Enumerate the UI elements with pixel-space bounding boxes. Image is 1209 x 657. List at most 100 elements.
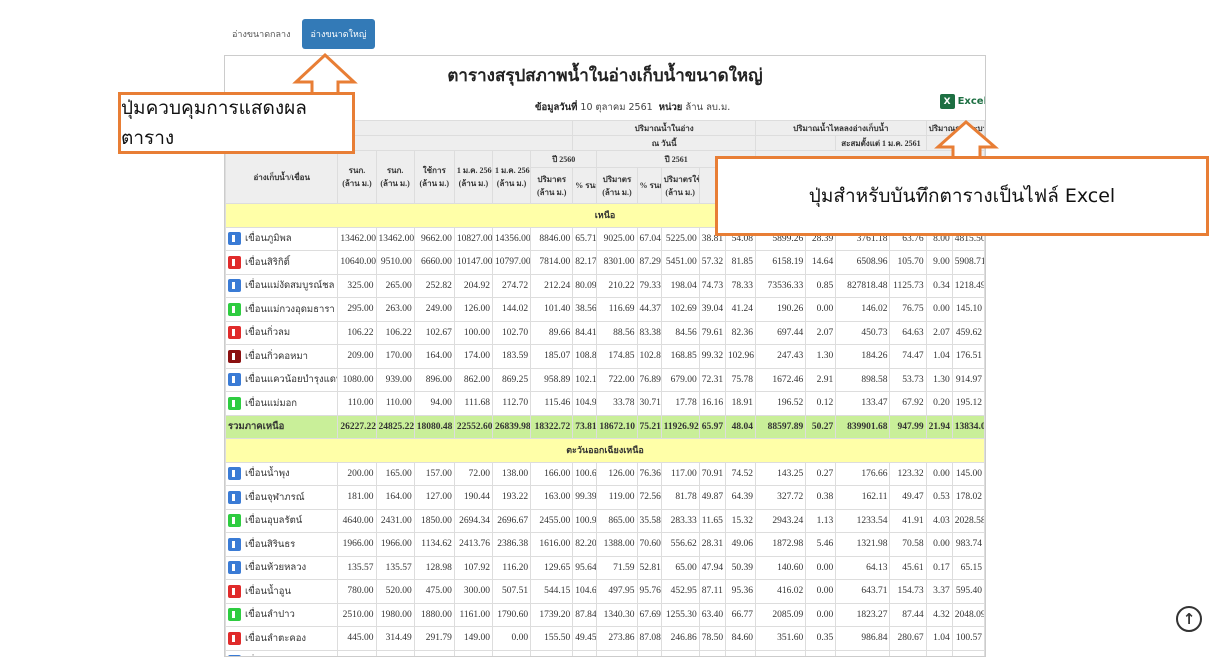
table-cell: 13462.00 xyxy=(337,226,377,251)
table-cell: 914.97 xyxy=(951,367,985,392)
dam-status-icon[interactable] xyxy=(228,302,241,316)
table-cell: 10827.00 xyxy=(453,226,493,251)
total-cell: 48.04 xyxy=(724,414,757,439)
dam-status-icon[interactable] xyxy=(228,490,241,504)
table-cell: 74.73 xyxy=(698,273,726,298)
dam-name[interactable]: เขื่อนห้วยหลวง xyxy=(245,560,306,575)
table-cell: 1.04 xyxy=(925,626,953,651)
table-cell: 193.22 xyxy=(491,485,532,510)
dam-status-icon[interactable] xyxy=(228,326,241,340)
table-cell: 127.00 xyxy=(413,485,455,510)
table-cell: 52.81 xyxy=(636,555,662,580)
table-cell: 65.71 xyxy=(572,226,598,251)
table-cell: 95.76 xyxy=(636,579,662,604)
table-cell: 246.86 xyxy=(660,626,700,651)
dam-name[interactable]: เขื่อนสิริกิติ์ xyxy=(245,255,290,270)
total-cell: 18322.72 xyxy=(530,414,574,439)
table-cell: 862.00 xyxy=(453,367,493,392)
table-cell: 149.65 xyxy=(951,649,985,656)
dam-name[interactable]: เขื่อนแม่งัดสมบูรณ์ชล xyxy=(245,278,334,293)
dam-name[interactable]: เขื่อนน้ำพุง xyxy=(245,466,290,481)
dam-name[interactable]: เขื่อนสิรินธร xyxy=(245,537,295,552)
dam-name[interactable]: เขื่อนแม่มอก xyxy=(245,396,297,411)
table-cell: 143.25 xyxy=(755,461,807,486)
table-cell: 80.68 xyxy=(572,649,598,656)
table-cell: 273.86 xyxy=(596,626,638,651)
dam-name[interactable]: เขื่อนลำปาว xyxy=(245,607,295,622)
dam-name[interactable]: เขื่อนกิ่วคอหมา xyxy=(245,349,308,364)
table-cell: 544.15 xyxy=(530,579,574,604)
table-cell: 1790.60 xyxy=(491,602,532,627)
header-today: ณ วันนี้ xyxy=(572,135,757,151)
table-cell: 4640.00 xyxy=(337,508,377,533)
table-cell: 780.00 xyxy=(337,579,377,604)
region-total-row: รวมภาคเหนือ 26227.22 24825.22 18080.48 22552… xyxy=(225,414,985,439)
dam-status-icon[interactable] xyxy=(228,255,241,269)
total-cell: 21.94 xyxy=(925,414,953,439)
table-cell: 1823.27 xyxy=(835,602,891,627)
dam-name[interactable]: เขื่อนภูมิพล xyxy=(245,231,292,246)
table-cell: 1.30 xyxy=(925,367,953,392)
dam-status-icon[interactable] xyxy=(228,631,241,645)
dam-name[interactable]: เขื่อนแม่กวงอุดมธารา xyxy=(245,302,335,317)
table-cell: 77.60 xyxy=(889,649,927,656)
table-cell: 84.56 xyxy=(660,320,700,345)
dam-status-icon[interactable] xyxy=(228,467,241,481)
dam-status-icon[interactable] xyxy=(228,232,241,246)
table-row: เขื่อนแควน้อยบำรุงแดน 1080.00 939.00 896.00… xyxy=(225,367,985,392)
dam-status-icon[interactable] xyxy=(228,584,241,598)
dam-status-icon[interactable] xyxy=(228,396,241,410)
table-cell: 15.32 xyxy=(724,508,757,533)
table-row: เขื่อนน้ำพุง 200.00 165.00 157.00 72.00 138.0… xyxy=(225,461,985,486)
dam-status-icon[interactable] xyxy=(228,279,241,293)
dam-name[interactable]: เขื่อนแควน้อยบำรุงแดน xyxy=(245,372,337,387)
table-cell: 242.00 xyxy=(337,649,377,656)
dam-status-icon[interactable] xyxy=(228,537,241,551)
table-cell: 2455.00 xyxy=(530,508,574,533)
table-cell: 2694.34 xyxy=(453,508,493,533)
dam-status-icon[interactable] xyxy=(228,349,241,363)
dam-name[interactable]: เขื่อนอุบลรัตน์ xyxy=(245,513,302,528)
table-cell: 70.91 xyxy=(698,461,726,486)
table-cell: 45.61 xyxy=(889,555,927,580)
table-cell: 1125.73 xyxy=(889,273,927,298)
dam-status-icon[interactable] xyxy=(228,608,241,622)
dam-name[interactable]: เขื่อนน้ำอูน xyxy=(245,584,291,599)
dam-status-icon[interactable] xyxy=(228,514,241,528)
table-cell: 44.37 xyxy=(636,297,662,322)
table-cell: 0.27 xyxy=(805,461,837,486)
dam-status-icon[interactable] xyxy=(228,561,241,575)
table-row: เขื่อนจุฬาภรณ์ 181.00 164.00 127.00 190.44 19… xyxy=(225,485,985,510)
table-cell: 2386.38 xyxy=(491,532,532,557)
dam-name[interactable]: เขื่อนกิ่วลม xyxy=(245,325,290,340)
tab-large-reservoir[interactable]: อ่างขนาดใหญ่ xyxy=(302,19,375,49)
table-cell: 176.66 xyxy=(835,461,891,486)
dam-name[interactable]: เขื่อนจุฬาภรณ์ xyxy=(245,490,305,505)
table-cell: 87.29 xyxy=(636,250,662,275)
total-cell: 50.27 xyxy=(805,414,837,439)
table-cell: 30.71 xyxy=(636,391,662,416)
table-row: เขื่อนอุบลรัตน์ 4640.00 2431.00 1850.00 2694… xyxy=(225,508,985,533)
table-cell: 416.02 xyxy=(755,579,807,604)
table-cell: 497.95 xyxy=(596,579,638,604)
table-cell: 4.03 xyxy=(925,508,953,533)
table-cell: 898.58 xyxy=(835,367,891,392)
table-cell: 102.96 xyxy=(724,344,757,369)
table-cell: 958.89 xyxy=(530,367,574,392)
table-cell: 70.60 xyxy=(636,532,662,557)
table-cell: 0.00 xyxy=(805,602,837,627)
report-date: 10 ตุลาคม 2561 xyxy=(580,102,653,113)
scroll-top-icon[interactable]: ↑ xyxy=(1176,606,1202,632)
table-cell: 146.02 xyxy=(835,297,891,322)
dam-name[interactable]: เขื่อนลำตะคอง xyxy=(245,631,306,646)
dam-status-icon[interactable] xyxy=(228,373,241,387)
tab-medium-reservoir[interactable]: อ่างขนาดกลาง xyxy=(224,19,299,49)
excel-export-button[interactable]: X Excel xyxy=(939,94,985,109)
table-cell: 0.00 xyxy=(925,461,953,486)
table-cell: 100.99 xyxy=(572,508,598,533)
table-cell: 57.32 xyxy=(698,250,726,275)
table-cell: 87.11 xyxy=(698,579,726,604)
table-cell: 452.95 xyxy=(660,579,700,604)
table-row: เขื่อนลำปาว 2510.00 1980.00 1880.00 1161.00 1… xyxy=(225,602,985,627)
table-cell: 99.32 xyxy=(698,344,726,369)
